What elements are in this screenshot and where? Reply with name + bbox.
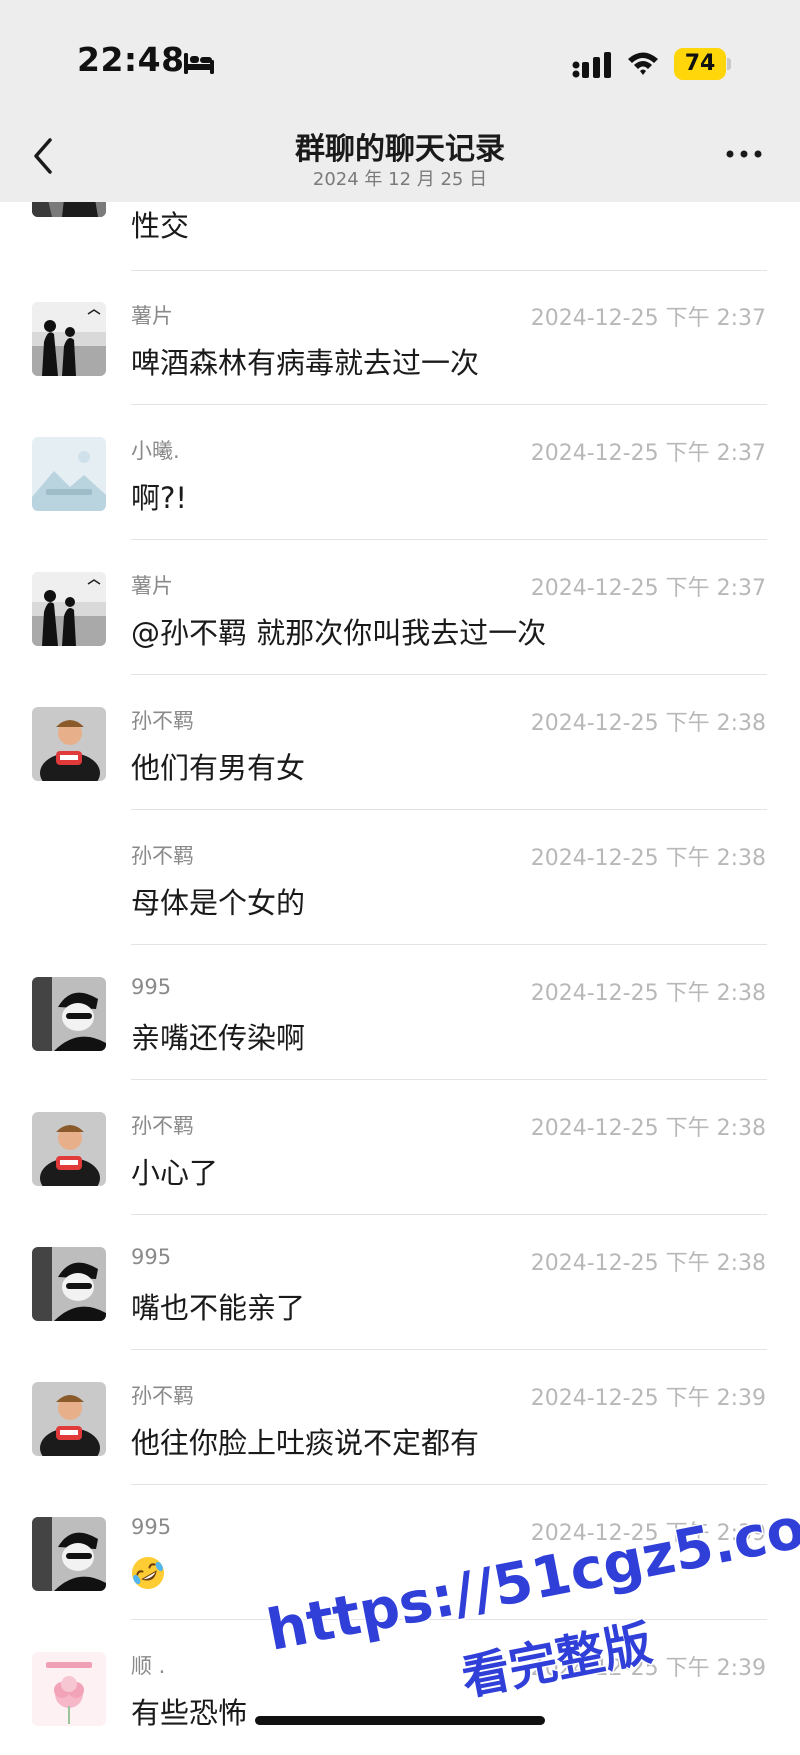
avatar: [32, 302, 106, 376]
message-time: 2024-12-25 下午 2:38: [530, 846, 766, 871]
list-item[interactable]: 小曦. 2024-12-25 下午 2:37 啊?!: [0, 405, 800, 540]
message-time: 2024-12-25 下午 2:37: [530, 576, 766, 601]
message-time: 2024-12-25 下午 2:38: [530, 981, 766, 1006]
list-item[interactable]: 995 2024-12-25 下午 2:38 亲嘴还传染啊: [0, 945, 800, 1080]
avatar: [32, 707, 106, 781]
message-text: 亲嘴还传染啊: [131, 1021, 306, 1055]
avatar: [32, 1112, 106, 1186]
rolling-on-floor-laughing-emoji-icon: [132, 1557, 164, 1589]
avatar: [32, 572, 106, 646]
avatar: [32, 1247, 106, 1321]
sender-name: 995: [131, 1515, 172, 1539]
top-header: 22:48 74 群聊的聊天记录 2024 年 12 月 25 日: [0, 0, 800, 202]
avatar: [32, 437, 106, 511]
message-time: 2024-12-25 下午 2:37: [530, 441, 766, 466]
list-item[interactable]: 薯片 2024-12-25 下午 2:37 啤酒森林有病毒就去过一次: [0, 270, 800, 405]
list-item[interactable]: 孙不羁 2024-12-25 下午 2:39 他往你脸上吐痰说不定都有: [0, 1350, 800, 1485]
sender-name: 薯片: [131, 574, 173, 598]
more-options-icon[interactable]: [724, 148, 764, 160]
sender-name: 孙不羁: [131, 1384, 194, 1408]
battery-indicator: 74: [674, 48, 726, 80]
message-text: 啊?!: [131, 481, 188, 515]
sender-name: 995: [131, 1245, 172, 1269]
battery-cap: [727, 58, 731, 70]
list-item[interactable]: 孙不羁 2024-12-25 下午 2:38 他们有男有女: [0, 675, 800, 810]
message-time: 2024-12-25 下午 2:38: [530, 1251, 766, 1276]
avatar: [32, 977, 106, 1051]
back-chevron-icon[interactable]: [28, 134, 60, 178]
sender-name: 孙不羁: [131, 1114, 194, 1138]
message-text: @孙不羁 就那次你叫我去过一次: [131, 616, 547, 650]
list-item[interactable]: 薯片 2024-12-25 下午 2:37 @孙不羁 就那次你叫我去过一次: [0, 540, 800, 675]
sender-name: 995: [131, 975, 172, 999]
page-title: 群聊的聊天记录: [295, 132, 505, 167]
list-item[interactable]: 995 2024-12-25 下午 2:38 嘴也不能亲了: [0, 1215, 800, 1350]
message-text: 啤酒森林有病毒就去过一次: [131, 346, 480, 380]
message-text: 嘴也不能亲了: [131, 1291, 306, 1325]
message-text: 母体是个女的: [131, 886, 306, 920]
sender-name: 顺 .: [131, 1654, 166, 1678]
message-text: 他往你脸上吐痰说不定都有: [131, 1426, 480, 1460]
message-time: 2024-12-25 下午 2:38: [530, 1116, 766, 1141]
message-time: 2024-12-25 下午 2:38: [530, 711, 766, 736]
list-item[interactable]: 孙不羁 2024-12-25 下午 2:38 母体是个女的: [0, 810, 800, 945]
avatar: [32, 1652, 106, 1726]
avatar: [32, 1517, 106, 1591]
list-item[interactable]: 孙不羁 2024-12-25 下午 2:38 小心了: [0, 1080, 800, 1215]
avatar: [32, 1382, 106, 1456]
message-text: 他们有男有女: [131, 751, 306, 785]
sender-name: 孙不羁: [131, 844, 194, 868]
sender-name: 孙不羁: [131, 709, 194, 733]
message-text: 小心了: [131, 1156, 219, 1190]
list-item[interactable]: 顺 . 2024-12-25 下午 2:39 有些恐怖: [0, 1620, 800, 1755]
home-indicator[interactable]: [255, 1716, 545, 1725]
cellular-signal-icon: [572, 52, 611, 78]
page-subtitle-date: 2024 年 12 月 25 日: [312, 169, 488, 190]
message-text: 有些恐怖: [131, 1696, 248, 1730]
sleep-focus-icon: [184, 53, 214, 74]
message-time: 2024-12-25 下午 2:39: [530, 1386, 766, 1411]
sender-name: 薯片: [131, 304, 173, 328]
message-time: 2024-12-25 下午 2:37: [530, 306, 766, 331]
wifi-icon: [628, 52, 658, 75]
sender-name: 小曦.: [131, 439, 180, 463]
message-text: 性交: [131, 209, 190, 243]
status-time: 22:48: [77, 40, 185, 79]
